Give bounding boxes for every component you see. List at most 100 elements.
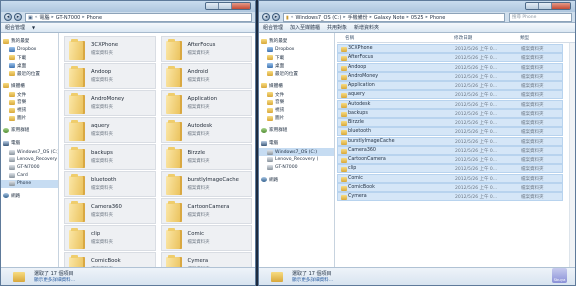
nav-item[interactable]: 視訊 [1, 106, 58, 114]
close-button[interactable] [232, 3, 250, 9]
file-row[interactable]: Autodesk 2012/5/26 上午 0... 檔案資料夾 [337, 99, 563, 109]
maximize-button[interactable] [539, 3, 552, 9]
folder-tile[interactable]: clip 檔案資料夾 [64, 225, 156, 251]
nav-item[interactable]: Dropbox [1, 46, 58, 54]
right-title-bar[interactable] [259, 1, 575, 12]
file-row[interactable]: Andoop 2012/5/26 上午 0... 檔案資料夾 [337, 62, 563, 72]
file-row[interactable]: AfterFocus 2012/5/26 上午 0... 檔案資料夾 [337, 53, 563, 63]
file-row[interactable]: Birzzle 2012/5/26 上午 0... 檔案資料夾 [337, 118, 563, 127]
folder-tile[interactable]: Comic 檔案資料夾 [160, 225, 252, 251]
organize-button[interactable]: 組合管理 [263, 24, 283, 31]
forward-button[interactable]: ▸ [14, 13, 22, 21]
breadcrumb-4[interactable]: Phone [428, 15, 448, 21]
nav-item[interactable]: Lenovo_Recovery ( [259, 156, 334, 164]
breadcrumb-2[interactable]: Galaxy Note [372, 15, 407, 21]
right-address-input[interactable]: ▮ « Windows7_OS (C:) ▸ 手機備份 ▸ Galaxy Not… [283, 13, 505, 22]
file-row[interactable]: clip 2012/5/26 上午 0... 檔案資料夾 [337, 164, 563, 174]
folder-tile[interactable]: backups 檔案資料夾 [64, 144, 156, 170]
column-name[interactable]: 名稱 [345, 35, 354, 41]
file-row[interactable]: Cymera 2012/5/26 上午 0... 檔案資料夾 [337, 192, 563, 201]
nav-item[interactable]: 我的最愛 [1, 36, 58, 46]
file-row[interactable]: bluetooth 2012/5/26 上午 0... 檔案資料夾 [337, 127, 563, 137]
file-row[interactable]: Application 2012/5/26 上午 0... 檔案資料夾 [337, 81, 563, 90]
nav-item[interactable]: 音樂 [1, 98, 58, 106]
file-row[interactable]: Comic 2012/5/26 上午 0... 檔案資料夾 [337, 173, 563, 183]
nav-item[interactable]: 桌面 [259, 62, 334, 70]
folder-tile[interactable]: AndroMoney 檔案資料夾 [64, 90, 156, 116]
nav-item[interactable]: 媒體櫃 [259, 81, 334, 91]
left-address-input[interactable]: ▣ « 電腦 ▸ GT-N7000 ▸ Phone [25, 13, 252, 22]
nav-item[interactable]: 媒體櫃 [1, 81, 58, 91]
breadcrumb-1[interactable]: 手機備份 [346, 14, 370, 21]
nav-item[interactable]: 文件 [259, 91, 334, 99]
nav-item[interactable]: Windows7_OS (C:) [259, 148, 334, 157]
file-row[interactable]: burstlyImageCache 2012/5/26 上午 0... 檔案資料夾 [337, 136, 563, 146]
file-row[interactable]: aquery 2012/5/26 上午 0... 檔案資料夾 [337, 90, 563, 100]
folder-tile[interactable]: Android 檔案資料夾 [160, 63, 252, 89]
new-folder-button[interactable]: 新增資料夾 [354, 24, 379, 31]
nav-item[interactable]: 家用群組 [259, 125, 334, 135]
nav-item[interactable]: 視訊 [259, 106, 334, 114]
folder-tile[interactable]: CartoonCamera 檔案資料夾 [160, 198, 252, 224]
back-button[interactable]: ◂ [262, 13, 270, 21]
folder-tile[interactable]: Andoop 檔案資料夾 [64, 63, 156, 89]
file-row[interactable]: backups 2012/5/26 上午 0... 檔案資料夾 [337, 108, 563, 118]
nav-item[interactable]: Card [1, 172, 58, 180]
nav-item[interactable]: 家用群組 [1, 125, 58, 135]
folder-tile[interactable]: Birzzle 檔案資料夾 [160, 144, 252, 170]
breadcrumb-0[interactable]: Windows7_OS (C:) [294, 15, 344, 21]
nav-item[interactable]: 音樂 [259, 98, 334, 106]
file-row[interactable]: AndroMoney 2012/5/26 上午 0... 檔案資料夾 [337, 71, 563, 81]
nav-item[interactable]: Lenovo_Recovery ( [1, 156, 58, 164]
back-button[interactable]: ◂ [4, 13, 12, 21]
organize-button[interactable]: 組合管理 [5, 24, 25, 31]
file-row[interactable]: ComicBook 2012/5/26 上午 0... 檔案資料夾 [337, 182, 563, 192]
nav-item[interactable]: 文件 [1, 91, 58, 99]
nav-item[interactable]: 下載 [259, 54, 334, 62]
nav-item[interactable]: 電腦 [259, 138, 334, 148]
nav-item[interactable]: Dropbox [259, 46, 334, 54]
left-title-bar[interactable] [1, 1, 255, 12]
column-type[interactable]: 類型 [520, 35, 529, 41]
breadcrumb-3[interactable]: 0525 [409, 15, 426, 21]
close-button[interactable] [552, 3, 570, 9]
file-row[interactable]: 3CXPhone 2012/5/26 上午 0... 檔案資料夾 [337, 44, 563, 53]
share-with-button[interactable]: 共用對象 [327, 24, 347, 31]
nav-item[interactable]: 下載 [1, 54, 58, 62]
breadcrumb-2[interactable]: Phone [85, 15, 105, 21]
minimize-button[interactable] [526, 3, 539, 9]
side-badge[interactable]: Sbuya [552, 268, 567, 283]
folder-tile[interactable]: Autodesk 檔案資料夾 [160, 117, 252, 143]
nav-item[interactable]: 最近的位置 [259, 70, 334, 78]
column-date[interactable]: 修改日期 [454, 35, 472, 41]
nav-item[interactable]: 最近的位置 [1, 70, 58, 78]
folder-tile[interactable]: aquery 檔案資料夾 [64, 117, 156, 143]
nav-item[interactable]: GT-N7000 [259, 164, 334, 172]
folder-tile[interactable]: bluetooth 檔案資料夾 [64, 171, 156, 197]
nav-item[interactable]: 桌面 [1, 62, 58, 70]
folder-tile[interactable]: burstlyImageCache 檔案資料夾 [160, 171, 252, 197]
nav-item[interactable]: 網路 [1, 191, 58, 201]
folder-tile[interactable]: 3CXPhone 檔案資料夾 [64, 36, 156, 62]
status-details-link[interactable]: 顯示更多詳細資料... [34, 277, 75, 283]
status-details-link[interactable]: 顯示更多詳細資料... [292, 277, 333, 283]
file-row[interactable]: CartoonCamera 2012/5/26 上午 0... 檔案資料夾 [337, 155, 563, 164]
folder-tile[interactable]: AfterFocus 檔案資料夾 [160, 36, 252, 62]
folder-tile[interactable]: Application 檔案資料夾 [160, 90, 252, 116]
maximize-button[interactable] [219, 3, 232, 9]
nav-item[interactable]: 圖片 [1, 114, 58, 122]
forward-button[interactable]: ▸ [272, 13, 280, 21]
folder-tile[interactable]: Camera360 檔案資料夾 [64, 198, 156, 224]
breadcrumb-0[interactable]: 電腦 [38, 14, 52, 21]
vertical-scrollbar[interactable] [569, 43, 575, 267]
nav-item[interactable]: 電腦 [1, 138, 58, 148]
nav-item[interactable]: GT-N7000 [1, 164, 58, 172]
nav-item[interactable]: 網路 [259, 175, 334, 185]
add-to-library-button[interactable]: 加入至媒體櫃 [290, 24, 320, 31]
nav-item[interactable]: Windows7_OS (C:) [1, 148, 58, 156]
breadcrumb-1[interactable]: GT-N7000 [54, 15, 83, 21]
nav-item[interactable]: Phone [1, 179, 58, 188]
nav-item[interactable]: 我的最愛 [259, 36, 334, 46]
search-input[interactable]: 搜尋 Phone [509, 13, 572, 22]
nav-item[interactable]: 圖片 [259, 114, 334, 122]
